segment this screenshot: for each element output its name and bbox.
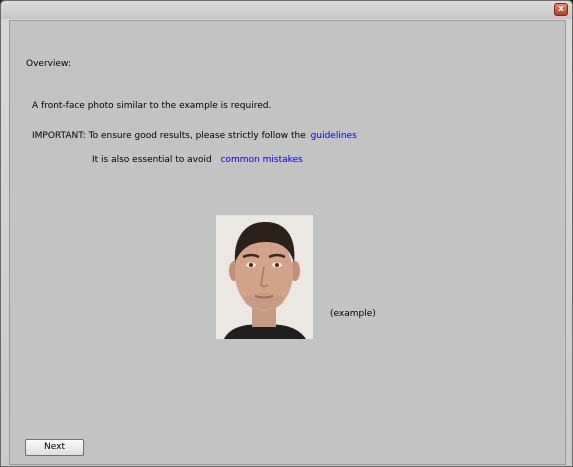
dialog-window: x Overview: A front-face photo similar t… xyxy=(0,0,573,467)
overview-heading: Overview: xyxy=(26,59,71,69)
title-bar[interactable]: x xyxy=(1,1,572,19)
face-portrait-image xyxy=(216,215,313,339)
close-button[interactable]: x xyxy=(554,3,568,16)
example-photo xyxy=(216,215,313,339)
next-button[interactable]: Next xyxy=(25,439,84,456)
common-mistakes-link[interactable]: common mistakes xyxy=(221,155,303,165)
important-line: IMPORTANT: To ensure good results, pleas… xyxy=(32,131,357,141)
avoid-line: It is also essential to avoid common mis… xyxy=(92,155,303,165)
intro-text: A front-face photo similar to the exampl… xyxy=(32,101,272,111)
example-caption: (example) xyxy=(330,309,376,319)
guidelines-link[interactable]: guidelines xyxy=(311,131,357,141)
close-icon: x xyxy=(558,4,564,14)
avoid-text: It is also essential to avoid xyxy=(92,155,212,165)
content-panel: Overview: A front-face photo similar to … xyxy=(9,20,566,465)
important-text: IMPORTANT: To ensure good results, pleas… xyxy=(32,131,306,141)
